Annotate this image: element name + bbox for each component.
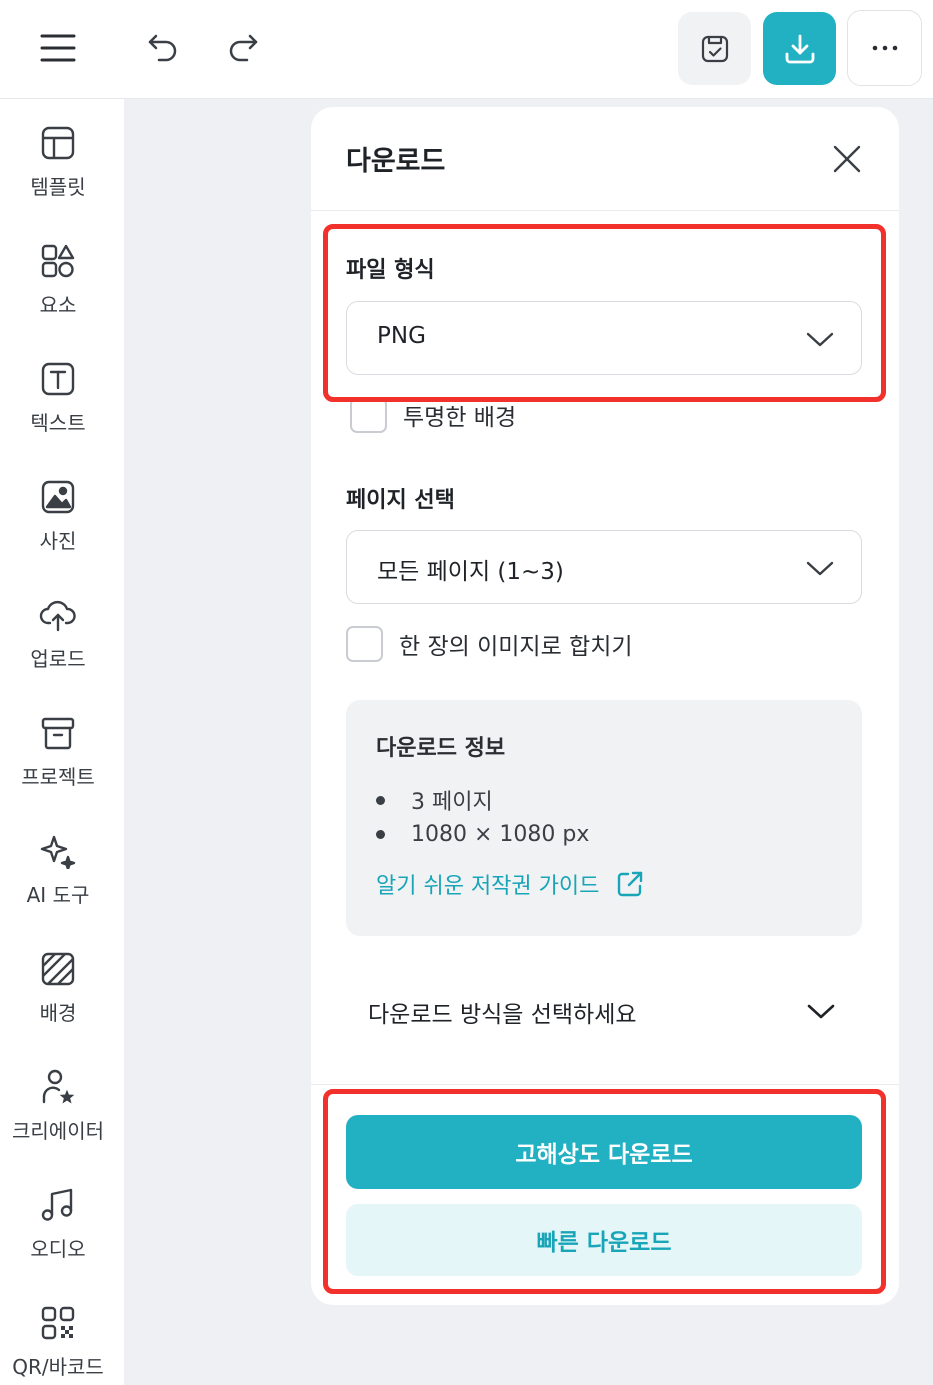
download-icon[interactable] — [763, 12, 836, 85]
bullet — [376, 830, 385, 839]
merge-images-option[interactable]: 한 장의 이미지로 합치기 — [346, 626, 633, 662]
transparent-background-checkbox[interactable] — [350, 397, 387, 433]
sidebar-item-label: 업로드 — [30, 647, 86, 671]
undo-icon[interactable] — [138, 22, 188, 72]
sidebar-item-label: 배경 — [39, 1001, 77, 1025]
panel-header: 다운로드 — [311, 107, 899, 211]
download-info-title: 다운로드 정보 — [376, 736, 506, 761]
sidebar-item-label: 크리에이터 — [12, 1119, 104, 1143]
sidebar-item-label: 텍스트 — [30, 411, 86, 435]
sidebar-item-label: 요소 — [39, 293, 77, 317]
sidebar-item-qr-barcode[interactable]: QR/바코드 — [0, 1299, 116, 1385]
page-select-label: 페이지 선택 — [346, 488, 455, 513]
copyright-guide-link[interactable]: 알기 쉬운 저작권 가이드 — [376, 868, 645, 900]
photo-icon — [38, 477, 78, 517]
hamburger-menu-icon[interactable] — [28, 20, 88, 76]
download-info-box: 다운로드 정보 3 페이지 1080 × 1080 px 알기 쉬운 저작권 가… — [346, 700, 862, 936]
top-toolbar — [0, 0, 933, 99]
merge-images-label: 한 장의 이미지로 합치기 — [399, 634, 633, 660]
copyright-guide-text: 알기 쉬운 저작권 가이드 — [376, 874, 600, 899]
sidebar-item-label: 템플릿 — [30, 175, 86, 199]
redo-icon[interactable] — [218, 22, 268, 72]
sidebar-item-audio[interactable]: 오디오 — [0, 1181, 116, 1281]
more-horizontal-icon[interactable] — [847, 10, 922, 86]
text-icon — [38, 359, 78, 399]
sidebar-item-upload[interactable]: 업로드 — [0, 591, 116, 691]
qr-code-icon — [38, 1303, 78, 1343]
sidebar-item-creator[interactable]: 크리에이터 — [0, 1063, 116, 1163]
external-link-icon — [618, 871, 643, 897]
sidebar-item-elements[interactable]: 요소 — [0, 237, 116, 337]
elements-icon — [38, 241, 78, 281]
sidebar-item-label: AI 도구 — [26, 883, 90, 907]
sidebar-item-label: 프로젝트 — [21, 765, 95, 789]
close-icon[interactable] — [829, 141, 865, 177]
file-format-select[interactable]: PNG — [346, 301, 862, 375]
quick-download-button[interactable]: 빠른 다운로드 — [346, 1204, 862, 1276]
merge-images-checkbox[interactable] — [346, 626, 383, 662]
sidebar: 템플릿 요소 텍스트 사진 업로드 프로젝트 AI 도구 배경 크리에이터 오디… — [0, 99, 124, 1385]
transparent-background-option[interactable]: 투명한 배경 — [350, 397, 516, 433]
file-format-label: 파일 형식 — [346, 258, 435, 283]
sidebar-item-text[interactable]: 텍스트 — [0, 355, 116, 455]
sidebar-item-label: 사진 — [39, 529, 77, 553]
sidebar-item-ai-tools[interactable]: AI 도구 — [0, 827, 116, 927]
music-icon — [38, 1185, 78, 1225]
high-resolution-download-button[interactable]: 고해상도 다운로드 — [346, 1115, 862, 1189]
download-panel: 다운로드 파일 형식 PNG 투명한 배경 페이지 선택 모든 페이지 (1~3… — [311, 107, 899, 1305]
divider — [311, 1084, 899, 1085]
download-method-selector[interactable]: 다운로드 방식을 선택하세요 — [346, 975, 862, 1045]
sidebar-item-background[interactable]: 배경 — [0, 945, 116, 1045]
sidebar-item-label: 오디오 — [30, 1237, 86, 1261]
panel-title: 다운로드 — [346, 146, 446, 177]
info-size-text: 1080 × 1080 px — [411, 822, 590, 847]
chevron-down-icon — [807, 1004, 835, 1019]
sidebar-item-project[interactable]: 프로젝트 — [0, 709, 116, 809]
template-icon — [38, 123, 78, 163]
sidebar-item-photo[interactable]: 사진 — [0, 473, 116, 573]
creator-icon — [38, 1067, 78, 1107]
sidebar-item-label: QR/바코드 — [12, 1355, 104, 1379]
page-select-value: 모든 페이지 (1~3) — [377, 559, 564, 585]
page-select-dropdown[interactable]: 모든 페이지 (1~3) — [346, 530, 862, 604]
file-format-value: PNG — [377, 323, 426, 349]
sparkle-icon — [38, 831, 78, 871]
bullet — [376, 795, 385, 805]
save-icon[interactable] — [678, 12, 751, 85]
info-pages-text: 3 페이지 — [411, 790, 493, 815]
download-method-label: 다운로드 방식을 선택하세요 — [368, 1002, 637, 1028]
chevron-down-icon — [806, 561, 834, 576]
sidebar-item-template[interactable]: 템플릿 — [0, 119, 116, 219]
transparent-background-label: 투명한 배경 — [403, 405, 517, 431]
info-size: 1080 × 1080 px — [376, 822, 589, 847]
cloud-upload-icon — [38, 595, 78, 635]
info-pages: 3 페이지 — [376, 784, 493, 816]
chevron-down-icon — [806, 332, 834, 347]
archive-icon — [38, 713, 78, 753]
background-icon — [38, 949, 78, 989]
